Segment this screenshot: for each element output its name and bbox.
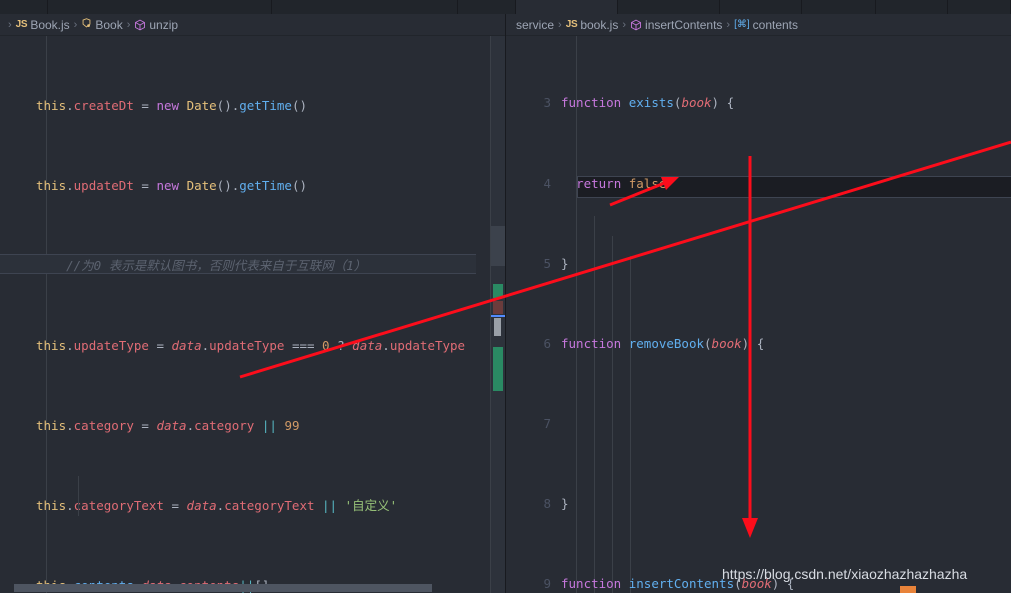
breadcrumb-separator: ›: [126, 18, 131, 31]
js-file-icon: JS: [565, 18, 578, 30]
breadcrumb-label: unzip: [149, 17, 179, 32]
ruler-mark-added: [493, 284, 503, 298]
horizontal-scrollbar-thumb[interactable]: [14, 584, 432, 592]
code-line: 3 function exists(book) {: [543, 96, 735, 110]
editor-tab-strip[interactable]: [0, 0, 1011, 14]
bottom-orange-marker: [900, 586, 916, 593]
breadcrumb-separator: ›: [726, 18, 731, 31]
breadcrumb-item-file[interactable]: JS book.js: [566, 14, 619, 36]
breadcrumb-separator: ›: [73, 18, 78, 31]
breadcrumb-item-file[interactable]: JS Book.js: [16, 14, 70, 36]
code-line: 8}: [543, 496, 569, 511]
editor-tab[interactable]: [802, 0, 876, 14]
editor-tab[interactable]: [720, 0, 802, 14]
editor-pane-right: service › JS book.js › insertContents › …: [505, 14, 1011, 593]
breadcrumb-separator: ›: [558, 18, 562, 31]
breadcrumb-item-method[interactable]: insertContents: [630, 14, 722, 36]
variable-icon: [⌘]: [734, 18, 750, 30]
breadcrumb-label: service: [516, 17, 555, 32]
breadcrumb-label: Book: [95, 17, 123, 32]
watermark-url: https://blog.csdn.net/xiaozhazhazhazha: [722, 566, 968, 582]
editor-tab[interactable]: [272, 0, 458, 14]
code-editor-left[interactable]: this.createDt = new Date().getTime() thi…: [0, 36, 505, 593]
code-line: 6 function removeBook(book) {: [543, 336, 765, 351]
ruler-mark-error: [493, 301, 503, 314]
code-line: this.updateDt = new Date().getTime(): [36, 178, 307, 193]
breadcrumb-item-variable[interactable]: [⌘] contents: [734, 14, 798, 36]
ruler-mark-cursor: [491, 315, 505, 317]
editor-tab[interactable]: [0, 0, 48, 14]
editor-tab-active[interactable]: [516, 0, 618, 14]
class-icon: [81, 14, 92, 36]
breadcrumb-left[interactable]: › JS Book.js › Book › unzip: [0, 14, 505, 36]
editor-tab[interactable]: [948, 0, 1011, 14]
comment-text: //为0 表示是默认图书，否则代表来自于互联网（1）: [36, 258, 367, 273]
code-line: 4 return false: [543, 176, 667, 191]
code-line-comment: //为0 表示是默认图书，否则代表来自于互联网（1）: [0, 256, 465, 276]
ruler-mark-added: [493, 347, 503, 391]
breadcrumb-label: Book.js: [30, 17, 70, 32]
breadcrumb-label: book.js: [580, 17, 619, 32]
horizontal-scrollbar-left[interactable]: [0, 583, 491, 593]
scrollbar-thumb-left[interactable]: [491, 226, 505, 266]
editor-tab[interactable]: [618, 0, 720, 14]
editor-pane-left: › JS Book.js › Book › unzip this.createD…: [0, 14, 505, 593]
ruler-mark-selection: [494, 318, 501, 336]
breadcrumb-label: contents: [752, 17, 799, 32]
breadcrumb-separator: ›: [622, 18, 627, 31]
breadcrumb-item-method[interactable]: unzip: [134, 14, 178, 36]
code-editor-right[interactable]: 3 function exists(book) { 4 return false …: [506, 36, 1011, 593]
editor-tab[interactable]: [876, 0, 948, 14]
editor-tab[interactable]: [458, 0, 516, 14]
code-line: this.category = data.category || 99: [36, 418, 300, 433]
editor-tab[interactable]: [48, 0, 272, 14]
indent-guide: [78, 476, 79, 516]
code-line: 5}: [543, 256, 569, 271]
breadcrumb-right[interactable]: service › JS book.js › insertContents › …: [506, 14, 1011, 36]
method-cube-icon: [630, 14, 642, 36]
code-lines-right: 3 function exists(book) { 4 return false …: [506, 36, 926, 593]
code-line: this.categoryText = data.categoryText ||…: [36, 498, 398, 513]
code-line: 7: [543, 416, 551, 431]
breadcrumb-item-folder[interactable]: service: [516, 14, 554, 36]
vscode-window: › JS Book.js › Book › unzip this.createD…: [0, 0, 1011, 593]
code-line: this.createDt = new Date().getTime(): [36, 98, 307, 113]
breadcrumb-leading-chevron: ›: [8, 18, 12, 31]
breadcrumb-label: insertContents: [645, 17, 723, 32]
code-line: this.updateType = data.updateType === 0 …: [36, 338, 466, 353]
code-lines-left: this.createDt = new Date().getTime() thi…: [0, 36, 465, 593]
js-file-icon: JS: [15, 18, 28, 30]
breadcrumb-item-class[interactable]: Book: [81, 14, 123, 36]
method-cube-icon: [134, 14, 146, 36]
